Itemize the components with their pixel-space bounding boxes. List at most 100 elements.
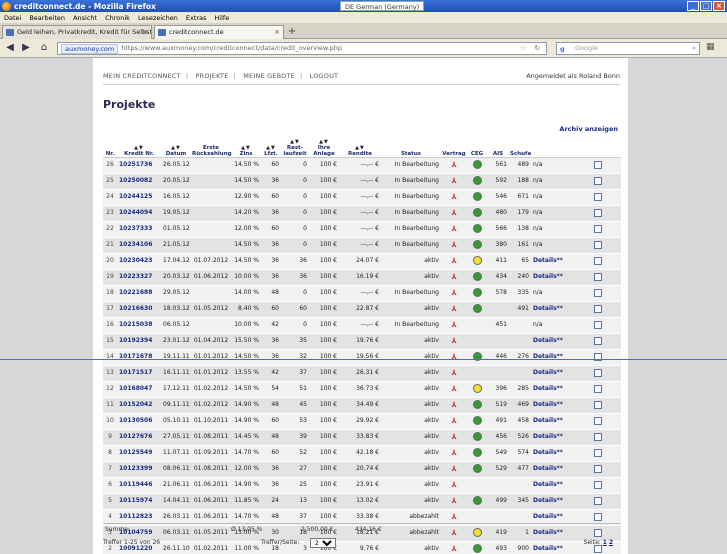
column-header-1[interactable]: ▲▼ Kredit Nr.: [117, 134, 161, 158]
menu-item-0[interactable]: Datei: [4, 14, 21, 22]
pdf-icon[interactable]: ⅄: [451, 273, 456, 281]
row-checkbox[interactable]: [594, 320, 602, 329]
cell-kredit[interactable]: 10216630: [117, 301, 161, 318]
nav-logout[interactable]: LOGOUT: [310, 72, 339, 80]
row-checkbox[interactable]: [594, 448, 602, 457]
close-icon[interactable]: ×: [713, 1, 725, 11]
pdf-icon[interactable]: ⅄: [451, 257, 456, 265]
maximize-icon[interactable]: □: [700, 1, 712, 11]
cell-kredit[interactable]: 10192394: [117, 333, 161, 350]
menu-item-5[interactable]: Extras: [186, 14, 207, 22]
menu-item-4[interactable]: Lesezeichen: [138, 14, 178, 22]
column-header-13[interactable]: Schufa: [509, 134, 531, 158]
cell-kredit[interactable]: 10119446: [117, 477, 161, 494]
column-header-5[interactable]: ▲▼ Lfzt.: [261, 134, 281, 158]
cell-kredit[interactable]: 10115974: [117, 493, 161, 510]
nav-meine-gebote[interactable]: MEINE GEBOTE: [243, 72, 295, 80]
tab-geld-leihen[interactable]: Geld leihen, Privatkredit, Kredit für Se…: [2, 25, 152, 39]
cell-kredit[interactable]: 10237333: [117, 221, 161, 238]
row-checkbox[interactable]: [594, 464, 602, 473]
column-header-3[interactable]: Erste Rückzahlung: [191, 134, 232, 158]
cell-kredit[interactable]: 10234106: [117, 237, 161, 254]
pdf-icon[interactable]: ⅄: [451, 465, 456, 473]
home-icon[interactable]: ⌂: [38, 42, 50, 54]
menu-item-3[interactable]: Chronik: [105, 14, 130, 22]
close-tab-icon[interactable]: ×: [274, 26, 280, 38]
row-checkbox[interactable]: [594, 512, 602, 521]
column-header-12[interactable]: AIS: [487, 134, 509, 158]
pdf-icon[interactable]: ⅄: [451, 209, 456, 217]
cell-kredit[interactable]: 10168047: [117, 381, 161, 398]
row-checkbox[interactable]: [594, 192, 602, 201]
reload-icon[interactable]: ↻: [535, 43, 540, 54]
row-checkbox[interactable]: [594, 336, 602, 345]
cell-kredit[interactable]: 10250082: [117, 173, 161, 190]
new-tab-button[interactable]: +: [286, 26, 298, 38]
row-checkbox[interactable]: [594, 160, 602, 169]
pdf-icon[interactable]: ⅄: [451, 337, 456, 345]
pdf-icon[interactable]: ⅄: [451, 481, 456, 489]
pdf-icon[interactable]: ⅄: [451, 417, 456, 425]
site-identity[interactable]: auxmoney.com: [61, 44, 119, 54]
row-checkbox[interactable]: [594, 384, 602, 393]
menu-item-2[interactable]: Ansicht: [73, 14, 97, 22]
archive-link[interactable]: Archiv anzeigen: [559, 125, 618, 133]
cell-details[interactable]: Details**: [531, 333, 575, 350]
close-tab-icon[interactable]: ×: [142, 26, 148, 38]
page-next[interactable]: 2: [609, 539, 613, 546]
cell-kredit[interactable]: 10230423: [117, 253, 161, 270]
page-current[interactable]: 1: [603, 539, 607, 546]
search-input[interactable]: g Google ⌕: [556, 42, 700, 55]
row-checkbox[interactable]: [594, 176, 602, 185]
row-checkbox[interactable]: [594, 288, 602, 297]
pdf-icon[interactable]: ⅄: [451, 177, 456, 185]
pdf-icon[interactable]: ⅄: [451, 321, 456, 329]
column-header-6[interactable]: ▲▼ Rest-laufzeit: [281, 134, 309, 158]
pdf-icon[interactable]: ⅄: [451, 433, 456, 441]
cell-details[interactable]: Details**: [531, 253, 575, 270]
cell-details[interactable]: Details**: [531, 349, 575, 366]
pdf-icon[interactable]: ⅄: [451, 369, 456, 377]
cell-kredit[interactable]: 10221688: [117, 285, 161, 302]
row-checkbox[interactable]: [594, 208, 602, 217]
pdf-icon[interactable]: ⅄: [451, 305, 456, 313]
cell-details[interactable]: Details**: [531, 269, 575, 286]
cell-details[interactable]: Details**: [531, 429, 575, 446]
column-header-9[interactable]: Status: [381, 134, 441, 158]
column-header-8[interactable]: ▲▼ Rendite: [339, 134, 381, 158]
column-header-10[interactable]: Vertrag: [441, 134, 467, 158]
row-checkbox[interactable]: [594, 496, 602, 505]
cell-kredit[interactable]: 10223327: [117, 269, 161, 286]
cell-details[interactable]: Details**: [531, 477, 575, 494]
cell-kredit[interactable]: 10171678: [117, 349, 161, 366]
cell-kredit[interactable]: 10152042: [117, 397, 161, 414]
row-checkbox[interactable]: [594, 304, 602, 313]
row-checkbox[interactable]: [594, 432, 602, 441]
cell-details[interactable]: Details**: [531, 365, 575, 382]
minimize-icon[interactable]: _: [687, 1, 699, 11]
cell-details[interactable]: Details**: [531, 445, 575, 462]
tab-creditconnect[interactable]: creditconnect.de ×: [154, 25, 284, 39]
row-checkbox[interactable]: [594, 256, 602, 265]
pdf-icon[interactable]: ⅄: [451, 385, 456, 393]
pdf-icon[interactable]: ⅄: [451, 241, 456, 249]
pdf-icon[interactable]: ⅄: [451, 161, 456, 169]
row-checkbox[interactable]: [594, 224, 602, 233]
row-checkbox[interactable]: [594, 368, 602, 377]
nav-mein-creditconnect[interactable]: MEIN CREDITCONNECT: [103, 72, 181, 80]
cell-kredit[interactable]: 10215038: [117, 317, 161, 334]
language-indicator[interactable]: DE German (Germany): [340, 1, 425, 11]
pdf-icon[interactable]: ⅄: [451, 225, 456, 233]
bookmark-star-icon[interactable]: ☆: [520, 43, 526, 54]
row-checkbox[interactable]: [594, 416, 602, 425]
pdf-icon[interactable]: ⅄: [451, 401, 456, 409]
cell-kredit[interactable]: 10125549: [117, 445, 161, 462]
cell-details[interactable]: Details**: [531, 413, 575, 430]
cell-details[interactable]: Details**: [531, 493, 575, 510]
forward-icon[interactable]: ▶: [20, 42, 32, 54]
url-bar[interactable]: auxmoney.com https://www.auxmoney.com/cr…: [57, 42, 547, 55]
cell-kredit[interactable]: 10244094: [117, 205, 161, 222]
pdf-icon[interactable]: ⅄: [451, 449, 456, 457]
column-header-7[interactable]: ▲▼ Ihre Anlage: [309, 134, 339, 158]
pdf-icon[interactable]: ⅄: [451, 497, 456, 505]
